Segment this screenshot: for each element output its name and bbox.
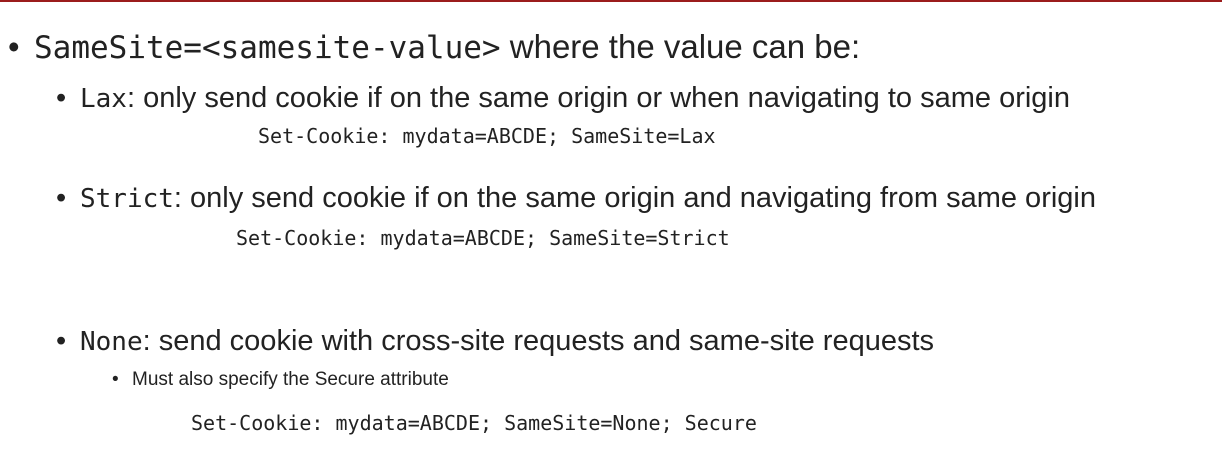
secure-note-text: Must also specify the Secure attribute	[132, 369, 449, 390]
lax-value: Lax	[80, 84, 127, 114]
bullet-icon: •	[8, 28, 20, 65]
secure-note: • Must also specify the Secure attribute	[112, 370, 449, 389]
strict-item: • Strict: only send cookie if on the same…	[56, 184, 1096, 213]
none-description: : send cookie with cross-site requests a…	[142, 325, 935, 357]
strict-value: Strict	[80, 184, 174, 214]
none-item: • None: send cookie with cross-site reque…	[56, 327, 934, 356]
lax-item: • Lax: only send cookie if on the same or…	[56, 84, 1070, 113]
bullet-icon: •	[56, 325, 67, 357]
heading-text: where the value can be:	[500, 28, 861, 65]
strict-code-example: Set-Cookie: mydata=ABCDE; SameSite=Stric…	[236, 226, 730, 250]
lax-description: : only send cookie if on the same origin…	[126, 82, 1071, 114]
none-value: None	[80, 327, 143, 357]
strict-description: : only send cookie if on the same origin…	[173, 182, 1096, 214]
samesite-attribute: SameSite=<samesite-value>	[34, 30, 501, 66]
bullet-icon: •	[56, 82, 67, 114]
top-divider	[0, 0, 1222, 2]
bullet-icon: •	[56, 182, 67, 214]
lax-code-example: Set-Cookie: mydata=ABCDE; SameSite=Lax	[258, 124, 716, 148]
none-code-example: Set-Cookie: mydata=ABCDE; SameSite=None;…	[191, 411, 757, 435]
samesite-heading: • SameSite=<samesite-value> where the val…	[8, 30, 860, 64]
bullet-icon: •	[112, 369, 119, 390]
